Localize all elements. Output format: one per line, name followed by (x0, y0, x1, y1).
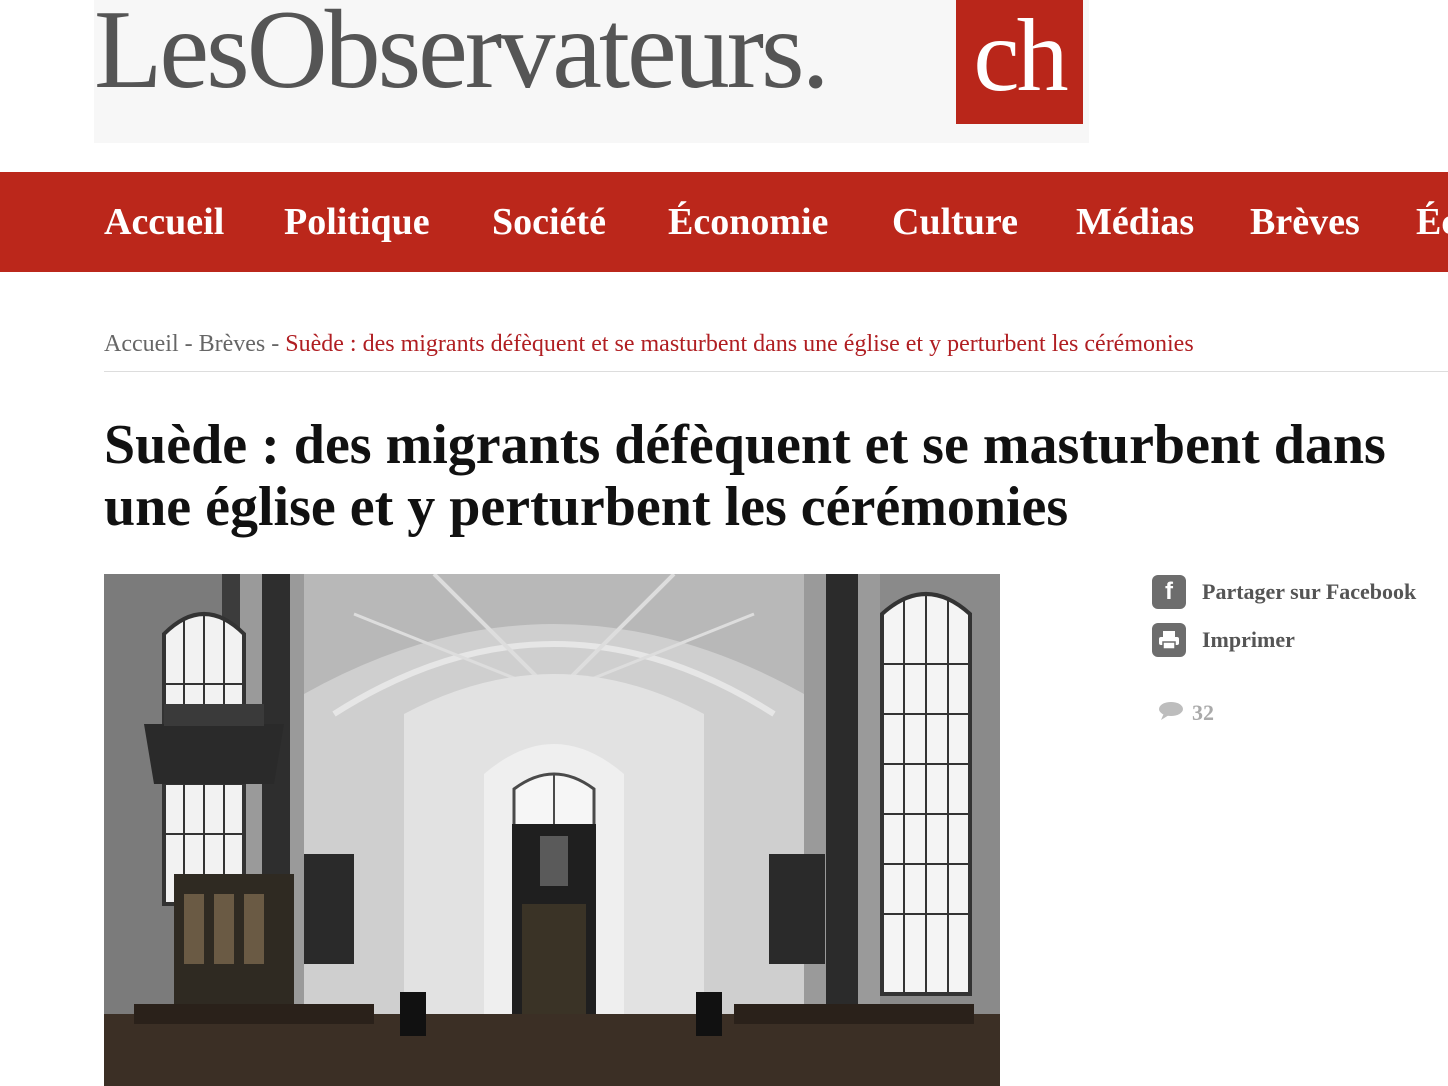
share-facebook-button[interactable]: f Partager sur Facebook (1152, 574, 1416, 610)
nav-item-culture[interactable]: Culture (892, 200, 1018, 244)
article-title: Suède : des migrants défèquent et se mas… (104, 414, 1386, 538)
main-nav: Accueil Politique Société Économie Cultu… (0, 172, 1448, 272)
breadcrumb-home[interactable]: Accueil (104, 331, 179, 357)
breadcrumb-divider (104, 371, 1448, 372)
site-header: LesObservateurs. ch (0, 0, 1448, 172)
breadcrumb-separator: - (265, 331, 286, 357)
comments-link[interactable]: 32 (1158, 700, 1214, 726)
logo-text: LesObservateurs. (94, 0, 830, 112)
nav-item-politique[interactable]: Politique (284, 200, 430, 244)
church-interior-illustration (104, 574, 1000, 1086)
breadcrumb: Accueil - Brèves - Suède : des migrants … (104, 330, 1448, 358)
breadcrumb-separator: - (178, 331, 199, 357)
article-image[interactable] (104, 574, 1000, 1086)
facebook-icon: f (1152, 575, 1186, 609)
breadcrumb-current: Suède : des migrants défèquent et se mas… (285, 331, 1194, 357)
nav-item-breves[interactable]: Brèves (1250, 200, 1360, 244)
nav-item-societe[interactable]: Société (492, 200, 606, 244)
nav-item-overflow[interactable]: Éc (1416, 200, 1448, 244)
share-facebook-label: Partager sur Facebook (1202, 579, 1417, 604)
comments-count: 32 (1192, 700, 1214, 725)
breadcrumb-section[interactable]: Brèves (199, 331, 266, 357)
page: LesObservateurs. ch Accueil Politique So… (0, 0, 1448, 1086)
nav-item-accueil[interactable]: Accueil (104, 200, 224, 244)
nav-item-medias[interactable]: Médias (1076, 200, 1194, 244)
printer-icon (1152, 623, 1186, 657)
print-button[interactable]: Imprimer (1152, 622, 1295, 658)
nav-item-economie[interactable]: Économie (668, 200, 828, 244)
site-logo[interactable]: LesObservateurs. ch (94, 0, 1089, 143)
print-label: Imprimer (1202, 627, 1295, 652)
comment-bubble-icon (1158, 701, 1184, 726)
logo-suffix: ch (956, 0, 1083, 124)
